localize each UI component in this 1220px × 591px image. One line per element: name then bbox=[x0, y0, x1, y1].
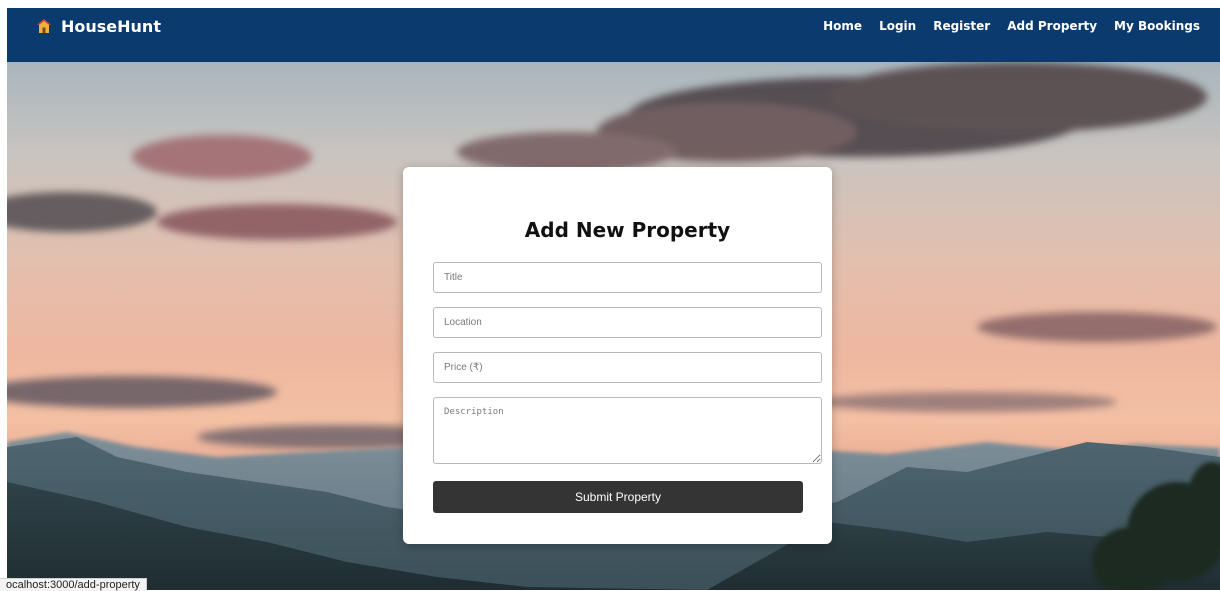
house-icon bbox=[37, 19, 51, 33]
title-input[interactable] bbox=[433, 262, 822, 293]
nav-login-link[interactable]: Login bbox=[879, 19, 916, 33]
nav-add-property-link[interactable]: Add Property bbox=[1007, 19, 1097, 33]
navbar: HouseHunt Home Login Register Add Proper… bbox=[7, 8, 1220, 62]
status-bar-url: ocalhost:3000/add-property bbox=[0, 578, 147, 591]
nav-home-link[interactable]: Home bbox=[823, 19, 862, 33]
location-input[interactable] bbox=[433, 307, 822, 338]
nav-links: Home Login Register Add Property My Book… bbox=[823, 19, 1200, 33]
add-property-card: Add New Property Submit Property bbox=[403, 167, 832, 544]
price-input[interactable] bbox=[433, 352, 822, 383]
brand-logo[interactable]: HouseHunt bbox=[36, 17, 161, 36]
nav-register-link[interactable]: Register bbox=[933, 19, 990, 33]
submit-property-button[interactable]: Submit Property bbox=[433, 481, 803, 513]
nav-my-bookings-link[interactable]: My Bookings bbox=[1114, 19, 1200, 33]
brand-name: HouseHunt bbox=[61, 16, 161, 36]
description-textarea[interactable] bbox=[433, 397, 822, 464]
form-title: Add New Property bbox=[524, 218, 731, 242]
app-window: HouseHunt Home Login Register Add Proper… bbox=[7, 8, 1220, 590]
